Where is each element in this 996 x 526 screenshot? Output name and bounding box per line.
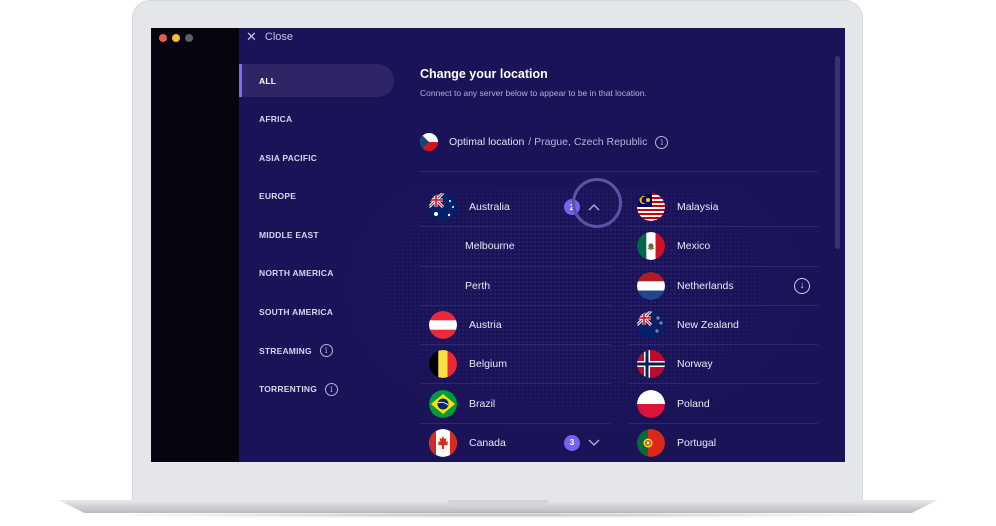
info-icon[interactable]: i bbox=[325, 382, 339, 396]
new-zealand-flag-icon bbox=[637, 311, 665, 340]
optimal-location-value: / Prague, Czech Republic bbox=[528, 136, 648, 148]
download-icon[interactable]: ↓ bbox=[794, 277, 810, 294]
info-icon[interactable]: i bbox=[655, 135, 669, 149]
page-subtitle: Connect to any server below to appear to… bbox=[420, 88, 647, 98]
country-row-mexico[interactable]: Mexico bbox=[628, 227, 818, 267]
divider bbox=[420, 171, 818, 172]
optimal-location-button[interactable]: Optimal location / Prague, Czech Republi… bbox=[420, 133, 669, 151]
minimize-window-button[interactable] bbox=[172, 34, 180, 42]
location-list-left: Australia 2 Melbourne Perth Austria Belgium Br… bbox=[420, 178, 622, 462]
city-row-melbourne[interactable]: Melbourne bbox=[420, 227, 610, 267]
sidebar-item-asia-pacific[interactable]: ASIA PACIFIC bbox=[239, 141, 394, 174]
sidebar-item-north-america[interactable]: NORTH AMERICA bbox=[239, 257, 394, 290]
sidebar-item-label: EUROPE bbox=[259, 191, 297, 202]
country-row-brazil[interactable]: Brazil bbox=[420, 384, 610, 424]
sidebar-item-label: ALL bbox=[259, 75, 277, 86]
scrollbar[interactable] bbox=[835, 56, 840, 249]
country-row-malaysia[interactable]: Malaysia bbox=[628, 188, 818, 228]
close-button[interactable]: ✕ Close bbox=[246, 30, 293, 43]
country-row-canada[interactable]: Canada 3 bbox=[420, 424, 610, 462]
app-window: ✕ Close ALL AFRICA ASIA PACIFIC EUROPE MIDDL… bbox=[151, 28, 845, 462]
brazil-flag-icon bbox=[429, 389, 457, 418]
sidebar-item-south-america[interactable]: SOUTH AMERICA bbox=[239, 296, 394, 329]
poland-flag-icon bbox=[637, 389, 665, 418]
location-name: Poland bbox=[677, 397, 710, 410]
page-title: Change your location bbox=[420, 67, 548, 81]
czech-flag-icon bbox=[420, 133, 438, 151]
location-name: Austria bbox=[469, 319, 502, 332]
window-controls bbox=[159, 34, 193, 42]
location-name: Norway bbox=[677, 358, 713, 371]
location-name: Portugal bbox=[677, 436, 717, 449]
location-name: New Zealand bbox=[677, 319, 739, 332]
maximize-window-button[interactable] bbox=[185, 34, 193, 42]
sidebar-item-label: TORRENTING bbox=[259, 384, 318, 395]
canada-flag-icon bbox=[429, 428, 457, 457]
optimal-location-label: Optimal location bbox=[449, 136, 525, 148]
belgium-flag-icon bbox=[429, 350, 457, 379]
portugal-flag-icon bbox=[637, 428, 665, 457]
location-name: Netherlands bbox=[677, 279, 734, 292]
sidebar-item-all[interactable]: ALL bbox=[239, 64, 394, 97]
country-row-austria[interactable]: Austria bbox=[420, 306, 610, 346]
austria-flag-icon bbox=[429, 311, 457, 340]
location-name: Mexico bbox=[677, 240, 711, 253]
region-nav: ALL AFRICA ASIA PACIFIC EUROPE MIDDLE EAST NO… bbox=[239, 64, 394, 411]
chevron-up-icon[interactable] bbox=[588, 203, 600, 211]
country-row-poland[interactable]: Poland bbox=[628, 384, 818, 424]
australia-flag-icon bbox=[429, 193, 457, 222]
sidebar-item-middle-east[interactable]: MIDDLE EAST bbox=[239, 218, 394, 251]
window-chrome-bar bbox=[151, 28, 239, 462]
netherlands-flag-icon bbox=[637, 271, 665, 300]
laptop-notch bbox=[448, 500, 548, 505]
info-icon[interactable]: i bbox=[319, 344, 333, 358]
close-icon: ✕ bbox=[246, 29, 257, 44]
location-name: Australia bbox=[469, 201, 510, 214]
sidebar-item-torrenting[interactable]: TORRENTING i bbox=[239, 373, 394, 406]
sidebar-item-label: SOUTH AMERICA bbox=[259, 307, 334, 318]
sidebar-item-label: AFRICA bbox=[259, 114, 293, 125]
close-label: Close bbox=[264, 30, 294, 43]
norway-flag-icon bbox=[637, 350, 665, 379]
sidebar-item-label: MIDDLE EAST bbox=[259, 229, 319, 240]
malaysia-flag-icon bbox=[637, 193, 665, 222]
chevron-down-icon[interactable] bbox=[588, 439, 600, 447]
location-name: Perth bbox=[465, 279, 491, 292]
sidebar-item-label: NORTH AMERICA bbox=[259, 268, 334, 279]
close-window-button[interactable] bbox=[159, 34, 167, 42]
sidebar-item-europe[interactable]: EUROPE bbox=[239, 180, 394, 213]
sidebar-item-label: STREAMING bbox=[259, 345, 312, 356]
sidebar-item-streaming[interactable]: STREAMING i bbox=[239, 334, 394, 367]
sidebar-item-africa[interactable]: AFRICA bbox=[239, 103, 394, 136]
city-row-perth[interactable]: Perth bbox=[420, 267, 610, 306]
location-name: Canada bbox=[469, 436, 506, 449]
location-name: Malaysia bbox=[677, 201, 719, 214]
mexico-flag-icon bbox=[637, 232, 665, 261]
location-name: Brazil bbox=[469, 397, 496, 410]
country-row-netherlands[interactable]: Netherlands ↓ bbox=[628, 267, 818, 306]
location-name: Belgium bbox=[469, 358, 507, 371]
country-row-norway[interactable]: Norway bbox=[628, 345, 818, 385]
country-row-portugal[interactable]: Portugal bbox=[628, 424, 818, 462]
location-panel: Change your location Connect to any serv… bbox=[420, 28, 830, 462]
country-row-belgium[interactable]: Belgium bbox=[420, 345, 610, 385]
location-list-right: Malaysia Mexico Netherlands ↓ New Zealand Nor… bbox=[628, 188, 818, 462]
server-count-badge: 3 bbox=[564, 434, 580, 451]
country-row-australia[interactable]: Australia 2 bbox=[420, 178, 622, 228]
country-row-new-zealand[interactable]: New Zealand bbox=[628, 306, 818, 346]
laptop-shadow bbox=[80, 512, 916, 518]
sidebar-item-label: ASIA PACIFIC bbox=[259, 152, 318, 163]
location-name: Melbourne bbox=[465, 240, 515, 253]
